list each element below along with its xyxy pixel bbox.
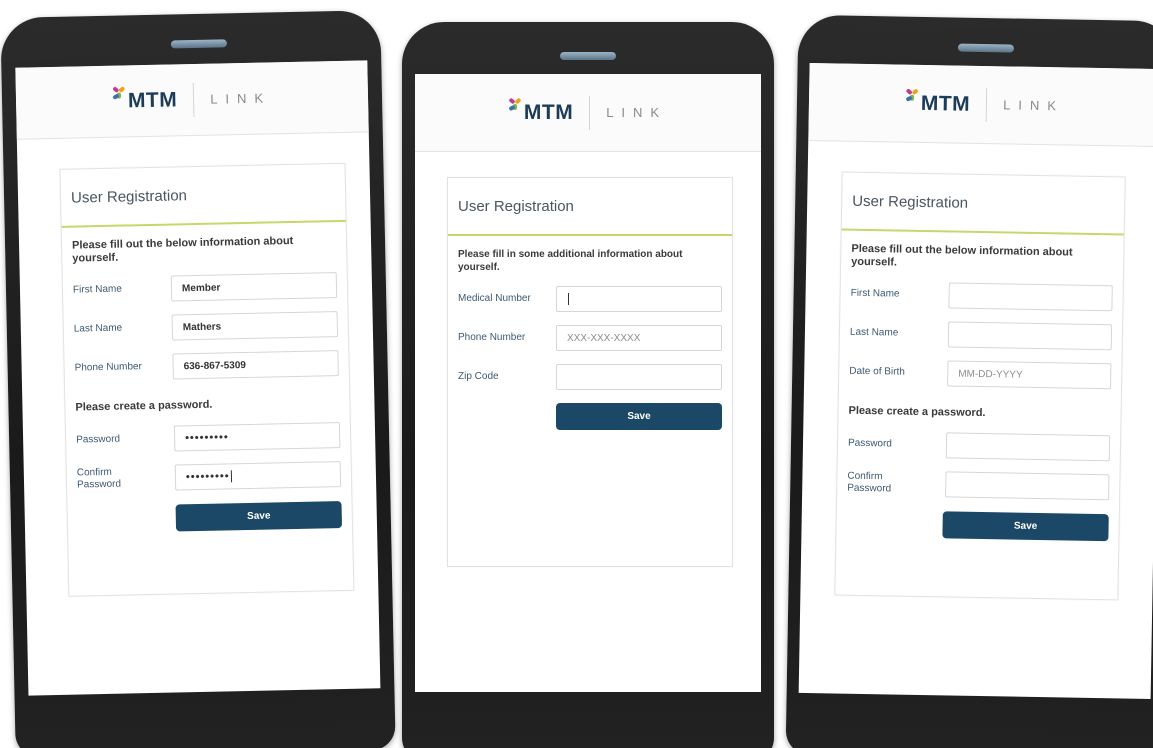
zip-code-label: Zip Code	[458, 371, 499, 382]
logo-divider	[589, 95, 591, 130]
app-header: MTM LINK	[15, 60, 369, 140]
mtm-logo-icon	[905, 87, 920, 103]
zip-code-input[interactable]	[556, 364, 722, 390]
mtm-link-logo: MTM LINK	[112, 81, 272, 118]
form-row-last-name: Last Name	[849, 320, 1113, 351]
form-row-phone-number: Phone Number XXX-XXX-XXXX	[458, 325, 722, 351]
instructions-text: Please fill in some additional informati…	[458, 249, 683, 273]
logo-product-text: LINK	[606, 105, 668, 120]
form-row-confirm-password: Confirm Password •••••••••	[76, 461, 342, 493]
card-title: User Registration	[448, 178, 732, 236]
phone-screen: MTM LINK User Registration Please fill o…	[798, 62, 1153, 700]
logo-product-text: LINK	[210, 90, 272, 107]
registration-card: User Registration Please fill in some ad…	[447, 177, 733, 567]
logo-product-text: LINK	[1003, 97, 1065, 114]
last-name-label: Last Name	[73, 322, 123, 335]
logo-brand-text: MTM	[127, 87, 178, 112]
medical-number-label: Medical Number	[458, 293, 531, 304]
phone-number-label: Phone Number	[74, 361, 143, 374]
phone-speaker	[560, 52, 616, 60]
form-row-zip-code: Zip Code	[458, 364, 722, 390]
form-row-phone-number: Phone Number 636-867-5309	[74, 350, 339, 382]
mtm-link-logo: MTM LINK	[508, 95, 668, 130]
confirm-password-input[interactable]	[945, 471, 1110, 501]
save-button[interactable]: Save	[556, 403, 722, 430]
password-label: Password	[847, 437, 893, 450]
mtm-logo-icon	[112, 85, 127, 101]
phone-2: MTM LINK User Registration Please fill i…	[402, 22, 774, 748]
phone-speaker	[957, 43, 1014, 53]
phone-screen: MTM LINK User Registration Please fill i…	[415, 74, 761, 692]
registration-card: User Registration Please fill out the be…	[834, 171, 1126, 601]
confirm-password-value: •••••••••	[185, 470, 230, 484]
password-section-heading: Please create a password.	[848, 404, 986, 420]
form-row-first-name: First Name	[850, 281, 1113, 312]
card-title: User Registration	[841, 172, 1125, 236]
text-caret	[230, 470, 232, 483]
confirm-password-label: Confirm Password	[847, 470, 892, 495]
form-row-first-name: First Name Member	[72, 272, 338, 304]
form-row-password: Password •••••••••	[76, 422, 341, 454]
password-input[interactable]: •••••••••	[173, 422, 341, 452]
password-label: Password	[76, 433, 121, 446]
first-name-input[interactable]	[948, 282, 1113, 312]
app-header: MTM LINK	[415, 74, 761, 152]
last-name-label: Last Name	[849, 326, 899, 339]
logo-brand-text: MTM	[920, 91, 971, 116]
phone-number-input[interactable]: 636-867-5309	[172, 350, 339, 380]
card-title: User Registration	[60, 163, 346, 228]
date-of-birth-label: Date of Birth	[849, 365, 905, 378]
form-row-medical-number: Medical Number	[458, 286, 722, 312]
confirm-password-label: Confirm Password	[76, 466, 122, 491]
date-of-birth-input[interactable]: MM-DD-YYYY	[947, 360, 1112, 390]
form-row-password: Password	[847, 431, 1111, 462]
mtm-link-logo: MTM LINK	[905, 86, 1065, 123]
save-button[interactable]: Save	[175, 501, 343, 532]
first-name-label: First Name	[850, 287, 900, 300]
text-caret	[568, 293, 569, 305]
last-name-input[interactable]: Mathers	[171, 311, 339, 341]
phone-speaker	[170, 39, 227, 49]
logo-divider	[192, 82, 195, 117]
form-row-confirm-password: Confirm Password	[847, 470, 1110, 501]
logo-divider	[985, 87, 988, 122]
last-name-input[interactable]	[947, 321, 1113, 351]
phone-1: MTM LINK User Registration Please fill o…	[0, 10, 396, 748]
save-button[interactable]: Save	[942, 511, 1109, 542]
phone-number-input[interactable]: XXX-XXX-XXXX	[556, 325, 722, 351]
registration-card: User Registration Please fill out the be…	[59, 162, 355, 597]
instructions-text: Please fill out the below information ab…	[71, 234, 294, 265]
phone-number-label: Phone Number	[458, 332, 526, 343]
phone-screen: MTM LINK User Registration Please fill o…	[15, 60, 381, 696]
first-name-input[interactable]: Member	[170, 272, 338, 302]
confirm-password-input[interactable]: •••••••••	[174, 461, 342, 491]
stage: MTM LINK User Registration Please fill o…	[0, 0, 1153, 748]
instructions-text: Please fill out the below information ab…	[851, 242, 1073, 269]
password-input[interactable]	[945, 432, 1111, 462]
app-header: MTM LINK	[808, 62, 1153, 148]
form-row-date-of-birth: Date of Birth MM-DD-YYYY	[849, 359, 1112, 390]
medical-number-input[interactable]	[556, 286, 722, 312]
logo-brand-text: MTM	[523, 100, 574, 124]
first-name-label: First Name	[72, 283, 123, 296]
form-row-last-name: Last Name Mathers	[73, 311, 339, 343]
phone-3: MTM LINK User Registration Please fill o…	[785, 14, 1153, 748]
mtm-logo-icon	[508, 97, 523, 113]
password-section-heading: Please create a password.	[75, 398, 213, 414]
